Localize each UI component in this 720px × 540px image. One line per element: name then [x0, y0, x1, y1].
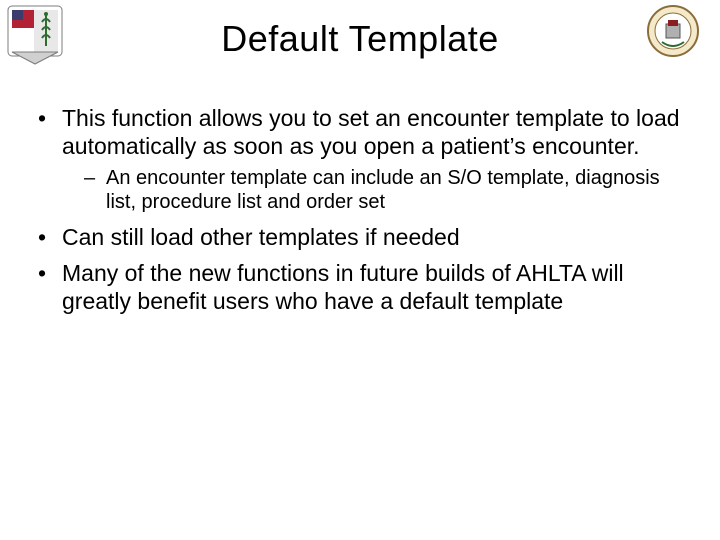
sub-bullet-text: An encounter template can include an S/O…	[106, 167, 660, 213]
logo-right-icon	[646, 4, 700, 63]
slide-title: Default Template	[0, 0, 720, 60]
bullet-text: Can still load other templates if needed	[62, 224, 460, 250]
sub-bullet-item: An encounter template can include an S/O…	[62, 166, 686, 215]
slide: Default Template This function allows yo…	[0, 0, 720, 540]
bullet-text: This function allows you to set an encou…	[62, 105, 680, 159]
bullet-item: Many of the new functions in future buil…	[34, 259, 686, 315]
bullet-text: Many of the new functions in future buil…	[62, 260, 624, 314]
sub-bullet-list: An encounter template can include an S/O…	[62, 166, 686, 215]
bullet-item: This function allows you to set an encou…	[34, 104, 686, 215]
slide-content: This function allows you to set an encou…	[0, 104, 720, 315]
logo-left-icon	[6, 4, 64, 71]
bullet-list: This function allows you to set an encou…	[34, 104, 686, 315]
bullet-item: Can still load other templates if needed	[34, 223, 686, 251]
